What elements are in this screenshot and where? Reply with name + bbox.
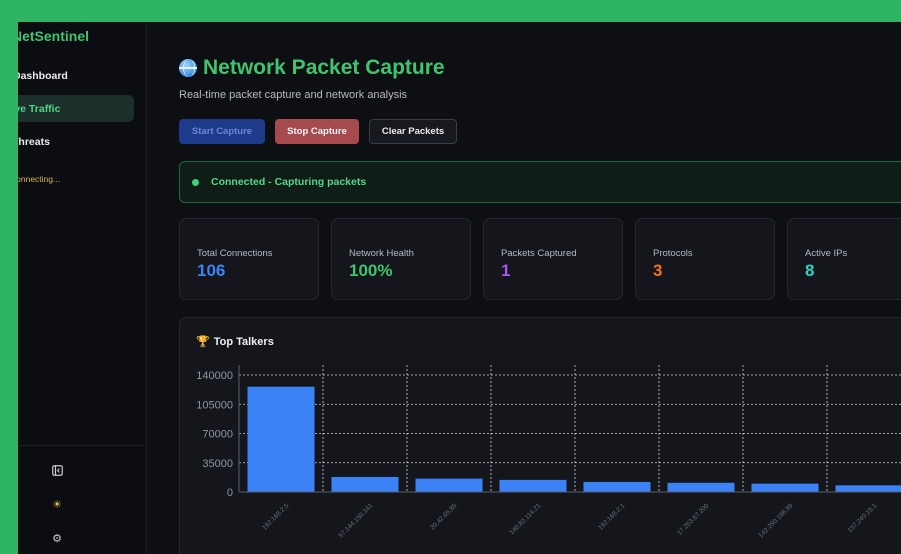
x-tick-label: 192.168.2.5	[261, 502, 291, 532]
page-title: Network Packet Capture	[179, 56, 445, 80]
y-tick-label: 70000	[202, 429, 233, 441]
stat-value: 1	[501, 261, 511, 280]
sidebar-item-label: Dashboard	[18, 69, 68, 82]
clear-packets-button[interactable]: Clear Packets	[369, 119, 457, 144]
bar	[247, 386, 315, 492]
brand-logo[interactable]: NetSentinel	[18, 28, 89, 44]
main-content: Network Packet Capture Real-time packet …	[147, 22, 901, 554]
start-capture-button[interactable]: Start Capture	[179, 119, 265, 144]
page-subtitle: Real-time packet capture and network ana…	[179, 89, 408, 101]
bar	[835, 485, 901, 492]
status-text: Connected - Capturing packets	[211, 176, 367, 188]
globe-icon	[179, 59, 197, 77]
sidebar-divider	[18, 445, 146, 446]
collapse-icon[interactable]	[50, 463, 64, 477]
y-tick-label: 105000	[196, 399, 233, 411]
stat-label: Packets Captured	[501, 248, 577, 259]
stat-label: Active IPs	[805, 248, 848, 259]
bar	[499, 479, 567, 492]
bar	[331, 476, 399, 492]
stat-value: 3	[653, 261, 663, 280]
app-window: NetSentinel Dashboard Live Traffic Threa…	[18, 22, 901, 554]
x-tick-label: 192.168.2.1	[597, 502, 627, 532]
bar	[667, 482, 735, 492]
y-tick-label: 0	[227, 487, 233, 499]
sidebar-item-threats[interactable]: Threats	[18, 128, 134, 155]
x-tick-label: 20.42.65.85	[429, 502, 459, 532]
sidebar-item-live-traffic[interactable]: Live Traffic	[18, 95, 134, 122]
stat-card-protocols: Protocols 3	[635, 218, 775, 300]
top-talkers-card: 🏆 Top Talkers 0 35000 70000 105000 140000 192…	[179, 317, 901, 554]
capture-status-banner: Connected - Capturing packets	[179, 161, 901, 203]
x-tick-label: 142.250.188.99	[758, 502, 795, 539]
sidebar-item-dashboard[interactable]: Dashboard	[18, 62, 134, 89]
y-tick-label: 35000	[202, 458, 233, 470]
stat-value: 8	[805, 261, 815, 280]
status-indicator-icon	[192, 178, 199, 186]
stat-label: Total Connections	[197, 248, 273, 259]
x-tick-label: 17.253.67.200	[676, 502, 711, 537]
connection-status: Connecting...	[18, 174, 61, 184]
sidebar-item-label: Threats	[18, 135, 50, 148]
stop-capture-button[interactable]: Stop Capture	[275, 119, 359, 144]
x-tick-label: 57.144.150.141	[338, 502, 375, 539]
stat-card-packets-captured: Packets Captured 1	[483, 218, 623, 300]
page-title-text: Network Packet Capture	[203, 56, 445, 79]
x-tick-label: 157.240.15.1	[847, 502, 879, 534]
stat-label: Network Health	[349, 248, 414, 259]
y-tick-label: 140000	[196, 370, 233, 382]
bar	[583, 481, 651, 492]
stat-label: Protocols	[653, 248, 693, 259]
stat-card-network-health: Network Health 100%	[331, 218, 471, 300]
stat-card-total-connections: Total Connections 106	[179, 218, 319, 300]
stat-card-active-ips: Active IPs 8	[787, 218, 901, 300]
sidebar-item-label: Live Traffic	[18, 102, 61, 115]
bar	[415, 478, 483, 492]
settings-gear-icon[interactable]: ⚙	[50, 531, 64, 545]
x-tick-label: 140.82.114.21	[508, 502, 542, 536]
top-talkers-chart: 0 35000 70000 105000 140000 192.168.2.5 57.144…	[196, 365, 901, 539]
sidebar: NetSentinel Dashboard Live Traffic Threa…	[18, 22, 147, 554]
stat-value: 100%	[349, 261, 393, 280]
theme-sun-icon[interactable]: ☀	[50, 497, 64, 511]
stat-value: 106	[197, 261, 226, 280]
bar	[751, 483, 819, 492]
